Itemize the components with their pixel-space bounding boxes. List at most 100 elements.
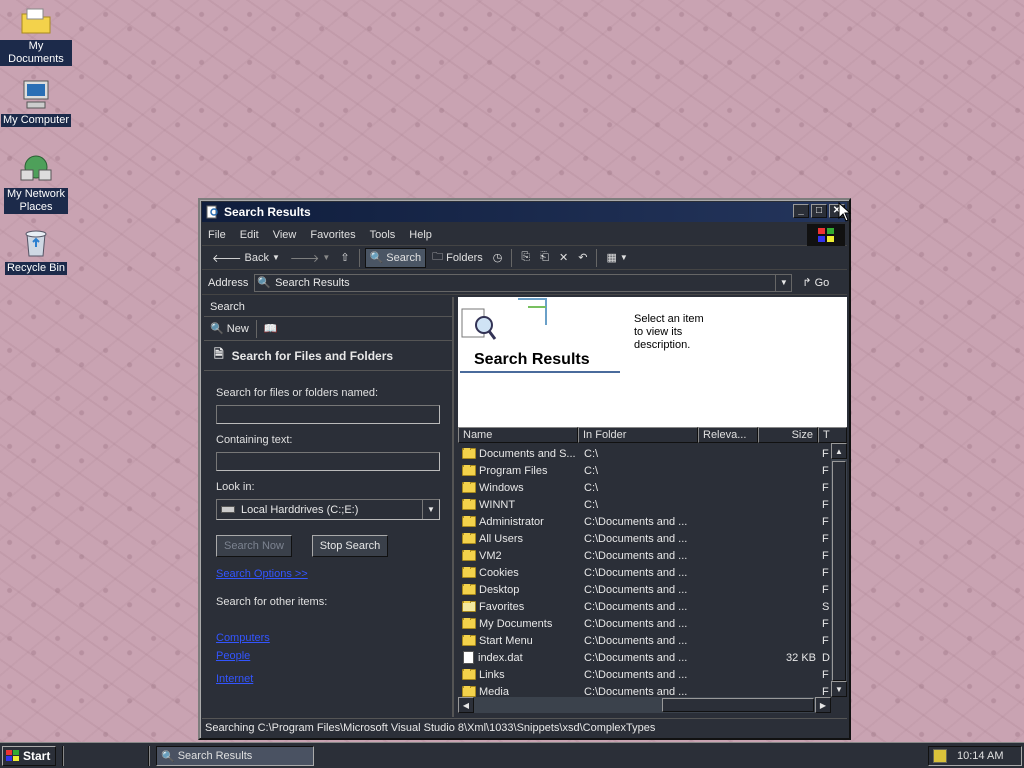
- list-item[interactable]: Links C:\Documents and ... F: [458, 666, 831, 683]
- search-pane-toolbar: 🔍 New 📖: [204, 317, 452, 341]
- desktop-icon-my-computer[interactable]: My Computer: [0, 78, 72, 127]
- menu-tools[interactable]: Tools: [370, 229, 396, 241]
- list-item[interactable]: Favorites C:\Documents and ... S: [458, 598, 831, 615]
- taskbar: Start 🔍 Search Results 10:14 AM: [0, 742, 1024, 768]
- search-pane-title: 🗎 Search for Files and Folders: [204, 341, 452, 371]
- scroll-thumb[interactable]: [832, 461, 846, 681]
- history-button[interactable]: ◷: [489, 248, 507, 268]
- menu-edit[interactable]: Edit: [240, 229, 259, 241]
- stop-search-button[interactable]: Stop Search: [312, 535, 388, 557]
- list-item[interactable]: VM2 C:\Documents and ... F: [458, 547, 831, 564]
- list-item[interactable]: Start Menu C:\Documents and ... F: [458, 632, 831, 649]
- computers-link[interactable]: Computers: [216, 632, 270, 644]
- start-button[interactable]: Start: [2, 746, 56, 766]
- column-relevance[interactable]: Releva...: [698, 427, 758, 443]
- folders-button[interactable]: 🗀 Folders: [428, 248, 487, 268]
- scroll-up-arrow[interactable]: ▲: [831, 443, 847, 459]
- desktop-icon-my-network-places[interactable]: My Network Places: [0, 152, 72, 214]
- toolbar-separator: [596, 248, 598, 267]
- address-bar: Address 🔍 Search Results ▼ ↱ Go: [202, 271, 847, 295]
- up-folder-button[interactable]: ⇧: [336, 248, 353, 268]
- folder-icon: [462, 685, 476, 697]
- taskbar-divider: [62, 746, 64, 766]
- search-now-button[interactable]: Search Now: [216, 535, 292, 557]
- chevron-down-icon[interactable]: ▼: [422, 500, 439, 519]
- views-button[interactable]: ▦ ▼: [602, 248, 631, 268]
- desktop-icon-recycle-bin[interactable]: Recycle Bin: [0, 226, 72, 275]
- containing-text-input[interactable]: [216, 452, 440, 471]
- tray-app-icon[interactable]: [933, 749, 947, 763]
- item-name-cell: Administrator: [458, 515, 578, 528]
- list-item[interactable]: Cookies C:\Documents and ... F: [458, 564, 831, 581]
- menu-bar: File Edit View Favorites Tools Help: [202, 224, 847, 246]
- column-size[interactable]: Size: [758, 427, 818, 443]
- item-folder: C:\Documents and ...: [584, 566, 688, 579]
- named-input[interactable]: [216, 405, 440, 424]
- item-name: Media: [479, 685, 509, 698]
- item-name: Cookies: [479, 566, 519, 579]
- go-button[interactable]: ↱ Go: [802, 276, 829, 290]
- list-item[interactable]: Program Files C:\ F: [458, 462, 831, 479]
- column-type[interactable]: T: [818, 427, 847, 443]
- undo-button[interactable]: ↶: [574, 248, 591, 268]
- menu-view[interactable]: View: [273, 229, 297, 241]
- column-in-folder[interactable]: In Folder: [578, 427, 698, 443]
- look-in-select[interactable]: Local Harddrives (C:;E:) ▼: [216, 499, 440, 520]
- search-options-link[interactable]: Search Options >>: [216, 568, 308, 580]
- list-item[interactable]: WINNT C:\ F: [458, 496, 831, 513]
- search-button[interactable]: 🔍 Search: [364, 247, 427, 268]
- folder-icon: [462, 566, 476, 578]
- column-name[interactable]: Name: [458, 427, 578, 443]
- scroll-down-arrow[interactable]: ▼: [831, 681, 847, 697]
- scroll-thumb[interactable]: [662, 698, 814, 712]
- item-folder: C:\: [584, 498, 599, 511]
- search-page-icon: 🔍: [257, 277, 272, 289]
- list-item[interactable]: All Users C:\Documents and ... F: [458, 530, 831, 547]
- forward-button[interactable]: 🡒 ▼: [286, 248, 334, 268]
- menu-help[interactable]: Help: [409, 229, 432, 241]
- item-folder: C:\Documents and ...: [584, 583, 688, 596]
- title-bar[interactable]: Search Results _ □ ✕: [202, 202, 847, 222]
- new-search-button[interactable]: 🔍 New: [210, 322, 249, 335]
- scroll-right-arrow[interactable]: ▶: [815, 697, 831, 713]
- menu-file[interactable]: File: [208, 229, 226, 241]
- taskbar-divider: [148, 746, 150, 766]
- chevron-down-icon: ▼: [271, 253, 280, 262]
- horizontal-scrollbar[interactable]: ◀ ▶: [458, 697, 831, 713]
- item-name: index.dat: [478, 651, 523, 664]
- list-item[interactable]: My Documents C:\Documents and ... F: [458, 615, 831, 632]
- maximize-button[interactable]: □: [811, 204, 827, 218]
- item-type: S: [822, 600, 830, 613]
- back-button[interactable]: 🡐 Back ▼: [208, 248, 284, 268]
- move-to-button[interactable]: ⎘: [517, 248, 534, 268]
- search-pane: Search 🔍 New 📖 🗎 Search for Files and Fo…: [204, 297, 454, 717]
- network-icon: [20, 155, 52, 181]
- search-help-button[interactable]: 📖: [264, 322, 278, 335]
- file-icon: [463, 651, 474, 664]
- delete-button[interactable]: ✕: [555, 248, 572, 268]
- menu-favorites[interactable]: Favorites: [310, 229, 355, 241]
- list-item[interactable]: Administrator C:\Documents and ... F: [458, 513, 831, 530]
- list-item[interactable]: Desktop C:\Documents and ... F: [458, 581, 831, 598]
- vertical-scrollbar[interactable]: ▲ ▼: [831, 443, 847, 697]
- people-link[interactable]: People: [216, 650, 250, 662]
- internet-link[interactable]: Internet: [216, 673, 253, 685]
- minimize-button[interactable]: _: [793, 204, 809, 218]
- list-item[interactable]: Media C:\Documents and ... F: [458, 683, 831, 697]
- copy-to-button[interactable]: ⎗: [536, 248, 553, 268]
- banner-description: Select an item to view its description.: [634, 313, 704, 351]
- address-dropdown-button[interactable]: ▼: [775, 274, 791, 291]
- list-item[interactable]: Documents and S... C:\ F: [458, 445, 831, 462]
- desktop-icon-my-documents[interactable]: My Documents: [0, 4, 72, 66]
- item-name: Favorites: [479, 600, 525, 613]
- desktop-icon-label: My Network Places: [4, 188, 68, 214]
- clock[interactable]: 10:14 AM: [957, 750, 1003, 762]
- taskbar-button-search-results[interactable]: 🔍 Search Results: [156, 746, 314, 766]
- list-item[interactable]: index.dat C:\Documents and ... 32 KB D: [458, 649, 831, 666]
- toolbar-separator: [358, 248, 360, 267]
- list-item[interactable]: Windows C:\ F: [458, 479, 831, 496]
- address-input[interactable]: 🔍 Search Results ▼: [254, 273, 793, 292]
- item-type: F: [822, 668, 829, 681]
- scroll-left-arrow[interactable]: ◀: [458, 697, 474, 713]
- desktop-icon-label: Recycle Bin: [4, 262, 68, 275]
